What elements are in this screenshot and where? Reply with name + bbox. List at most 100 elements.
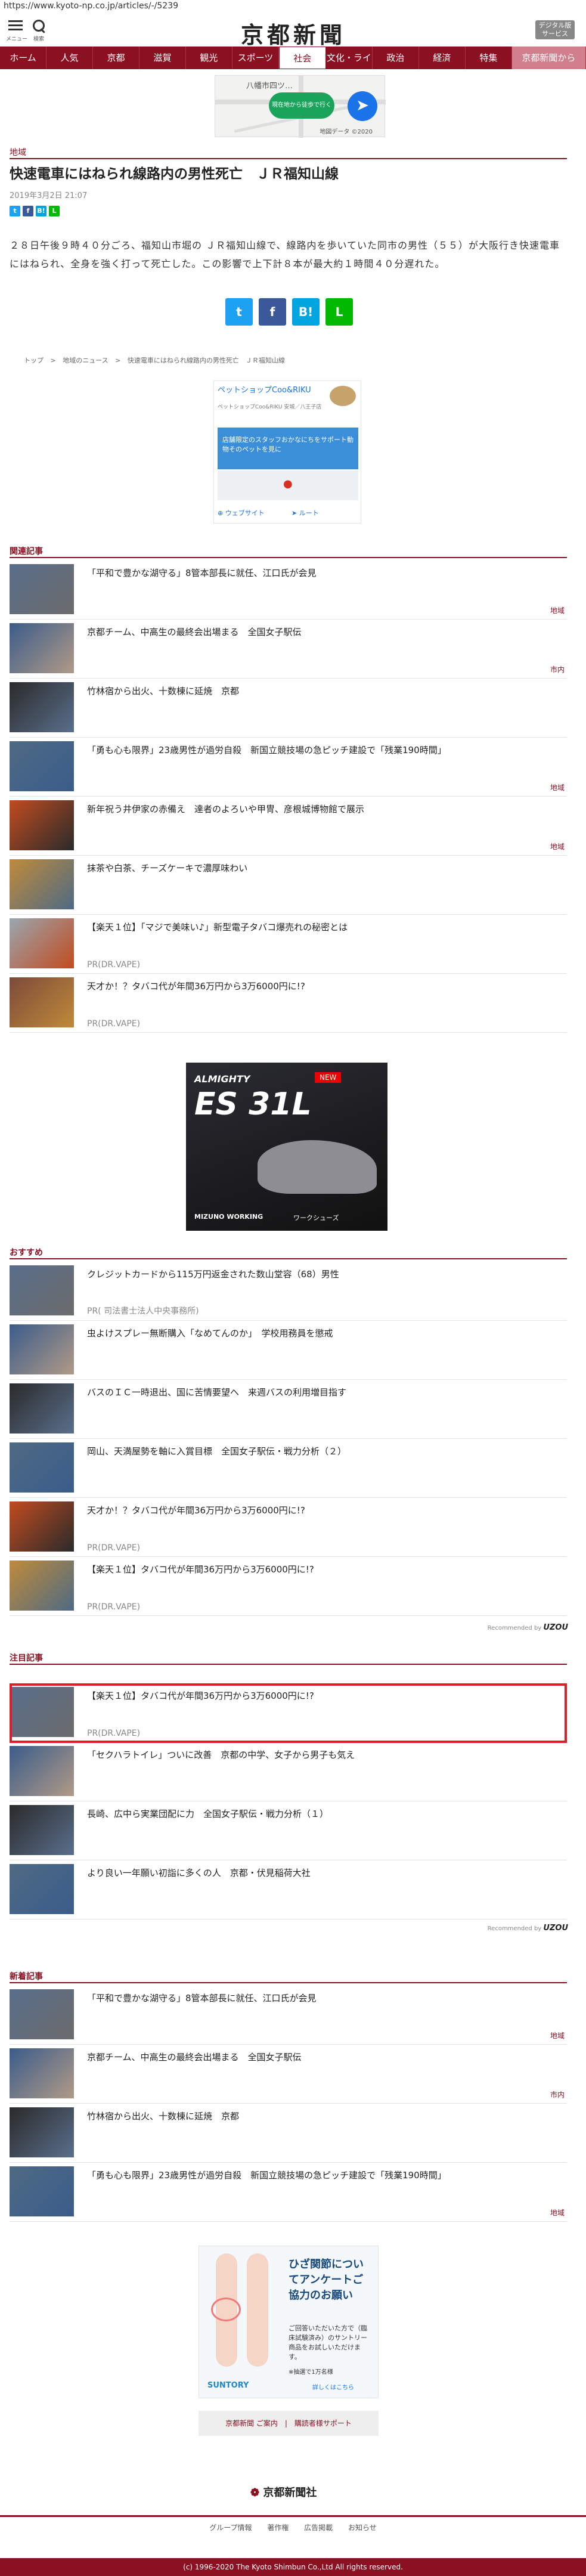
list-item[interactable]: 天才か！？タバコ代が年間36万円から3万6000円に!? PR(DR.VAPE) — [10, 974, 567, 1033]
nav-item[interactable]: スポーツ — [232, 47, 279, 69]
hatena-share-icon[interactable]: B! — [36, 206, 46, 216]
thumbnail[interactable] — [10, 1805, 74, 1855]
hamburger-menu-icon[interactable] — [7, 18, 24, 35]
list-item-category[interactable]: 地域 — [550, 841, 565, 852]
shop-ad-title[interactable]: ペットショップCoo&RIKU — [218, 383, 325, 395]
list-item[interactable]: 「セクハラトイレ」ついに改善 京都の中学、女子から男子も気え — [10, 1742, 567, 1801]
list-item[interactable]: 京都チーム、中高生の最終会出場まる 全国女子駅伝市内 — [10, 620, 567, 679]
directions-icon[interactable]: ➤ — [348, 91, 377, 121]
nav-item[interactable]: 京都 — [93, 47, 139, 69]
list-item[interactable]: 【楽天１位】タバコ代が年間36万円から3万6000円に!? PR(DR.VAPE) — [10, 1557, 567, 1616]
thumbnail[interactable] — [10, 623, 74, 673]
line-share-button[interactable]: L — [325, 298, 353, 326]
list-item[interactable]: 竹林宿から出火、十数棟に延焼 京都 — [10, 2104, 567, 2163]
list-item-category[interactable]: 地域 — [550, 605, 565, 615]
thumbnail[interactable] — [10, 859, 74, 909]
uzou-credit[interactable]: Recommended by UZOU — [488, 1924, 568, 1933]
list-item-title[interactable]: 京都チーム、中高生の最終会出場まる 全国女子駅伝 — [87, 626, 302, 638]
list-item-title[interactable]: 岡山、天満屋勢を軸に入賞目標 全国女子駅伝・戦力分析（２） — [87, 1445, 346, 1457]
list-item-title[interactable]: クレジットカードから115万円返金された数山堂容（68）男性 — [87, 1268, 339, 1280]
list-item-title[interactable]: 竹林宿から出火、十数棟に延焼 京都 — [87, 685, 239, 697]
list-item-title[interactable]: 虫よけスプレー無断購入「なめてんのか」 学校用務員を懲戒 — [87, 1327, 333, 1339]
shop-ad[interactable]: ペットショップCoo&RIKU ペットショップCoo&RIKU 安城／八王子店 … — [213, 380, 361, 524]
list-item-category[interactable]: 地域 — [550, 782, 565, 792]
thumbnail[interactable] — [10, 1989, 74, 2039]
list-item-title[interactable]: 【楽天１位】タバコ代が年間36万円から3万6000円に!? — [87, 1563, 314, 1575]
thumbnail[interactable] — [10, 1265, 74, 1315]
thumbnail[interactable] — [10, 1383, 74, 1433]
list-item[interactable]: 長崎、広中ら実業団配に力 全国女子駅伝・戦力分析（１） — [10, 1801, 567, 1860]
thumbnail[interactable] — [10, 1501, 74, 1552]
list-item-title[interactable]: 抹茶や白茶、チーズケーキで濃厚味わい — [87, 862, 247, 874]
list-item-title[interactable]: 「平和で豊かな湖守る」8管本部長に就任、江口氏が会見 — [87, 566, 317, 579]
thumbnail[interactable] — [10, 2048, 74, 2098]
shoe-ad[interactable]: ALMIGHTY NEW ES 31L MIZUNO WORKING ワークシュ… — [186, 1063, 387, 1231]
thumbnail[interactable] — [10, 977, 74, 1027]
list-item-title[interactable]: より良い一年願い初詣に多くの人 京都・伏見稲荷大社 — [87, 1866, 311, 1879]
list-item[interactable]: 「勇も心も限界」23歳男性が過労自殺 新国立競技場の急ピッチ建設で「残業190時… — [10, 2163, 567, 2222]
facebook-share-icon[interactable]: f — [23, 206, 33, 216]
list-item-title[interactable]: 「勇も心も限界」23歳男性が過労自殺 新国立競技場の急ピッチ建設で「残業190時… — [87, 2169, 447, 2181]
thumbnail[interactable] — [10, 1324, 74, 1374]
nav-item[interactable]: 経済 — [419, 47, 466, 69]
map-ad[interactable]: 八幡市四ツ… 現在地から徒歩で行く ➤ 地図データ ©2020 — [215, 75, 386, 138]
list-item[interactable]: 「平和で豊かな湖守る」8管本部長に就任、江口氏が会見 地域 — [10, 1986, 567, 2045]
list-item[interactable]: 京都チーム、中高生の最終会出場まる 全国女子駅伝 市内 — [10, 2045, 567, 2104]
search-icon[interactable] — [31, 18, 46, 35]
thumbnail[interactable] — [10, 2166, 74, 2216]
footer-nav[interactable]: グループ情報 著作権 広告掲載 お知らせ — [0, 2515, 586, 2537]
list-item[interactable]: バスのＩＣ一時退出、国に苦情要望へ 来週バスの利用増目指す — [10, 1380, 567, 1439]
breadcrumb-item[interactable]: 快速電車にはねられ線路内の男性死亡 ＪＲ福知山線 — [128, 357, 285, 364]
knee-ad-more[interactable]: 詳しくはこちら — [312, 2382, 354, 2391]
facebook-share-button[interactable]: f — [259, 298, 286, 326]
list-item-title[interactable]: 新年祝う井伊家の赤備え 達者のよろいや甲冑、彦根城博物館で展示 — [87, 803, 364, 815]
digital-service-button[interactable]: デジタル版 サービス — [535, 20, 575, 39]
list-item[interactable]: 天才か！？タバコ代が年間36万円から3万6000円に!? PR(DR.VAPE) — [10, 1498, 567, 1557]
thumbnail[interactable] — [10, 918, 74, 968]
hatena-share-button[interactable]: B! — [292, 298, 320, 326]
thumbnail[interactable] — [10, 682, 74, 732]
list-item-title[interactable]: 「セクハラトイレ」ついに改善 京都の中学、女子から男子も気え — [87, 1748, 355, 1761]
nav-item[interactable]: 人気 — [46, 47, 93, 69]
list-item-title[interactable]: 「平和で豊かな湖守る」8管本部長に就任、江口氏が会見 — [87, 1992, 317, 2004]
nav-item[interactable]: 文化・ライフ — [326, 47, 373, 86]
list-item-category[interactable]: 地域 — [550, 2207, 565, 2218]
thumbnail[interactable] — [10, 741, 74, 791]
shop-web-link[interactable]: ⊕ ウェブサイト — [218, 506, 283, 521]
list-item-title[interactable]: 天才か！？タバコ代が年間36万円から3万6000円に!? — [87, 1504, 305, 1516]
line-share-icon[interactable]: L — [49, 206, 60, 216]
footer-links[interactable]: 京都新聞 ご案内 | 購読者様サポート — [199, 2411, 379, 2436]
nav-item[interactable]: 観光 — [186, 47, 232, 69]
list-item[interactable]: より良い一年願い初詣に多くの人 京都・伏見稲荷大社 — [10, 1860, 567, 1919]
list-item-category[interactable]: 市内 — [550, 664, 565, 674]
breadcrumb-item[interactable]: トップ — [24, 357, 44, 364]
list-item[interactable]: 新年祝う井伊家の赤備え 達者のよろいや甲冑、彦根城博物館で展示地域 — [10, 797, 567, 856]
list-item[interactable]: 虫よけスプレー無断購入「なめてんのか」 学校用務員を懲戒 — [10, 1321, 567, 1380]
thumbnail[interactable] — [10, 1864, 74, 1914]
thumbnail[interactable] — [10, 1561, 74, 1611]
shop-route-link[interactable]: ➤ ルート — [292, 506, 357, 521]
nav-item[interactable]: ホーム — [0, 47, 46, 69]
list-item-title[interactable]: 竹林宿から出火、十数棟に延焼 京都 — [87, 2110, 239, 2122]
knee-ad[interactable]: ひざ関節についてアンケートご協力のお願い ご回答いただいた方で（臨床試験済み）の… — [199, 2246, 379, 2398]
nav-item[interactable]: 滋賀 — [139, 47, 186, 69]
shop-ad-banner[interactable]: 店舗限定のスタッフおかなにちをサポート動物そのペットを見に — [218, 428, 358, 469]
list-item-title[interactable]: 天才か！？タバコ代が年間36万円から3万6000円に!? — [87, 980, 305, 992]
list-item[interactable]: 【楽天１位】「マジで美味い♪」新型電子タバコ爆売れの秘密とは PR(DR.VAPE… — [10, 915, 567, 974]
footer-logo[interactable]: ❁ 京都新聞社 — [250, 2484, 317, 2500]
list-item[interactable]: 岡山、天満屋勢を軸に入賞目標 全国女子駅伝・戦力分析（２） — [10, 1439, 567, 1498]
list-item-title[interactable]: バスのＩＣ一時退出、国に苦情要望へ 来週バスの利用増目指す — [87, 1386, 346, 1398]
thumbnail[interactable] — [10, 800, 74, 850]
nav-item[interactable]: 京都新聞から — [511, 47, 586, 69]
nav-item[interactable]: 政治 — [373, 47, 419, 69]
nav-item[interactable]: 社会 — [278, 47, 326, 69]
map-walk-button[interactable]: 現在地から徒歩で行く — [269, 92, 334, 119]
thumbnail[interactable] — [10, 1746, 74, 1796]
site-logo[interactable]: 京都新聞 — [227, 17, 360, 48]
list-item[interactable]: 「平和で豊かな湖守る」8管本部長に就任、江口氏が会見地域 — [10, 561, 567, 620]
thumbnail[interactable] — [10, 564, 74, 614]
thumbnail[interactable] — [10, 2107, 74, 2157]
list-item-title[interactable]: 「勇も心も限界」23歳男性が過労自殺 新国立競技場の急ピッチ建設で「残業190時… — [87, 744, 447, 756]
twitter-share-button[interactable]: t — [225, 298, 253, 326]
list-item[interactable]: クレジットカードから115万円返金された数山堂容（68）男性 PR( 司法書士法人… — [10, 1262, 567, 1321]
